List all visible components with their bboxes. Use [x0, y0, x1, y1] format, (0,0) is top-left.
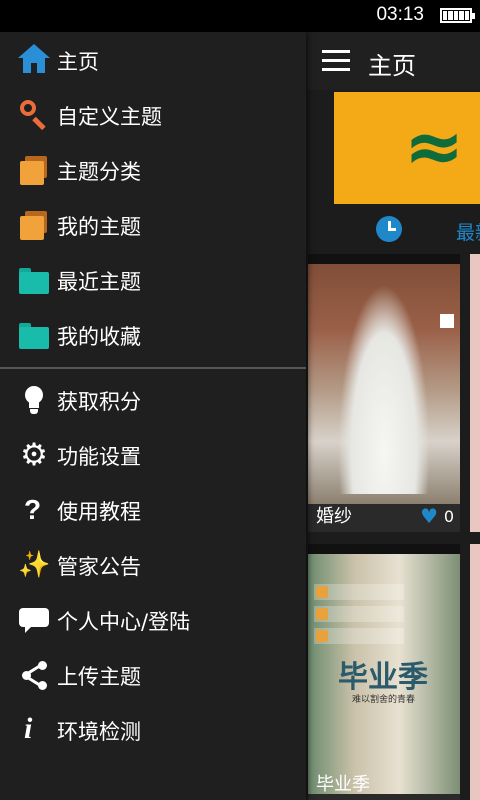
chat-bubble-icon — [18, 604, 50, 636]
promo-banner[interactable]: ≈ — [334, 92, 480, 204]
folder-icon — [18, 319, 50, 351]
drawer-item-personal-center[interactable]: 个人中心/登陆 — [0, 592, 306, 647]
wedding-dress-image — [338, 284, 430, 494]
question-icon: ? — [24, 494, 42, 525]
theme-card[interactable]: 婚纱 ♥ 0 — [308, 254, 460, 532]
drawer-item-label: 使用教程 — [57, 500, 141, 524]
drawer-item-label: 我的主题 — [57, 215, 141, 239]
hamburger-menu-icon[interactable] — [322, 50, 350, 72]
theme-thumbnail — [308, 254, 460, 504]
drawer-item-label: 获取积分 — [57, 390, 141, 414]
theme-card-peek[interactable] — [470, 544, 480, 800]
like-count: 0 — [443, 507, 454, 526]
thumbnail-notification — [314, 606, 404, 622]
heart-icon[interactable]: ♥ — [420, 506, 438, 526]
drawer-item-label: 功能设置 — [57, 445, 141, 469]
drawer-item-categories[interactable]: 主题分类 — [0, 142, 306, 197]
drawer-item-label: 主题分类 — [57, 160, 141, 184]
checkbox-icon — [440, 314, 454, 328]
drawer-item-label: 自定义主题 — [57, 105, 162, 129]
battery-icon — [440, 8, 475, 23]
drawer-item-label: 管家公告 — [57, 555, 141, 579]
home-icon — [18, 44, 50, 76]
banner-artwork: ≈ — [404, 104, 465, 188]
share-icon — [18, 659, 50, 691]
page-title: 主页 — [368, 52, 416, 80]
thumbnail-notification — [314, 628, 404, 644]
drawer-item-recent-themes[interactable]: 最近主题 — [0, 252, 306, 307]
theme-card-title: 毕业季 — [316, 774, 370, 795]
thumbnail-notification — [314, 584, 404, 600]
drawer-item-my-themes[interactable]: 我的主题 — [0, 197, 306, 252]
navigation-drawer: 主页 自定义主题 主题分类 我的主题 最近主题 我的收藏 获取积分 ⚙ 功能设置… — [0, 32, 306, 800]
drawer-item-label: 主页 — [57, 50, 99, 74]
theme-card-peek[interactable] — [470, 254, 480, 532]
status-bar: 03:13 — [0, 0, 480, 32]
stack-icon — [18, 154, 50, 186]
thumbnail-status-bar — [308, 254, 460, 264]
drawer-item-label: 环境检测 — [57, 720, 141, 744]
drawer-item-upload-theme[interactable]: 上传主题 — [0, 647, 306, 702]
content-tabs: 最新 — [306, 210, 480, 250]
thumbnail-subtitle: 难以割舍的青春 — [352, 695, 416, 705]
drawer-item-environment-check[interactable]: i 环境检测 — [0, 702, 306, 757]
theme-card-title: 婚纱 — [316, 506, 352, 527]
clock-icon[interactable] — [376, 216, 402, 242]
drawer-item-label: 最近主题 — [57, 270, 141, 294]
drawer-item-favorites[interactable]: 我的收藏 — [0, 307, 306, 362]
main-content: 主页 ≈ 最新 婚纱 ♥ 0 毕业季 难以割舍的青春 毕业季 — [306, 32, 480, 800]
thumbnail-title: 毕业季 — [338, 660, 428, 695]
drawer-item-earn-points[interactable]: 获取积分 — [0, 372, 306, 427]
drawer-item-home[interactable]: 主页 — [0, 32, 306, 87]
app-bar: 主页 — [306, 32, 480, 90]
drawer-item-settings[interactable]: ⚙ 功能设置 — [0, 427, 306, 482]
thumbnail-status-bar — [308, 544, 460, 554]
status-time: 03:13 — [376, 4, 424, 25]
gear-icon: ⚙ — [20, 437, 48, 473]
stack-icon — [18, 209, 50, 241]
theme-card[interactable]: 毕业季 难以割舍的青春 毕业季 — [308, 544, 460, 800]
drawer-item-label: 上传主题 — [57, 665, 141, 689]
tab-latest[interactable]: 最新 — [456, 218, 480, 245]
search-icon — [18, 99, 50, 131]
drawer-divider — [0, 367, 306, 369]
magic-wand-icon: ✨ — [18, 550, 51, 580]
theme-thumbnail: 毕业季 难以割舍的青春 — [308, 544, 460, 794]
folder-icon — [18, 264, 50, 296]
drawer-item-label: 我的收藏 — [57, 325, 141, 349]
drawer-item-announcements[interactable]: ✨ 管家公告 — [0, 537, 306, 592]
drawer-item-tutorial[interactable]: ? 使用教程 — [0, 482, 306, 537]
drawer-item-custom-theme[interactable]: 自定义主题 — [0, 87, 306, 142]
lightbulb-icon — [18, 384, 50, 416]
info-icon: i — [24, 712, 33, 745]
drawer-item-label: 个人中心/登陆 — [57, 610, 191, 634]
